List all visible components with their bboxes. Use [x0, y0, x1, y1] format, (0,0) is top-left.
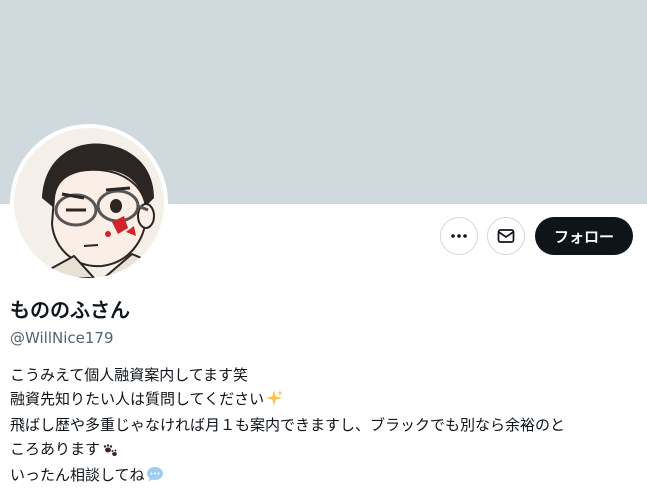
paw-prints-icon: [101, 439, 119, 465]
bio-line: ころあります: [10, 438, 640, 465]
speech-bubble-icon: [146, 465, 164, 491]
message-button[interactable]: [486, 217, 525, 255]
bio-line: いったん相談してね: [10, 464, 640, 491]
bio-text: こうみえて個人融資案内してます笑: [10, 366, 249, 384]
user-handle: @WillNice179: [10, 329, 114, 347]
avatar-illustration: [14, 128, 164, 278]
more-button[interactable]: [439, 217, 478, 255]
bio-line: こうみえて個人融資案内してます笑: [10, 364, 640, 388]
avatar[interactable]: [10, 124, 168, 282]
envelope-icon: [497, 229, 515, 243]
more-horizontal-icon: [451, 234, 467, 238]
bio-text: ころあります: [10, 439, 101, 458]
bio-text: いったん相談してね: [10, 466, 145, 484]
sparkles-icon: [265, 389, 284, 415]
bio-line: 飛ばし歴や多重じゃなければ月１も案内できますし、ブラックでも別なら余裕のと: [10, 414, 640, 438]
bio-text: 融資先知りたい人は質問してください: [10, 389, 265, 408]
follow-button[interactable]: フォロー: [534, 217, 633, 255]
profile-actions: フォロー: [439, 217, 633, 255]
bio-text: 飛ばし歴や多重じゃなければ月１も案内できますし、ブラックでも別なら余裕のと: [10, 416, 566, 434]
display-name: もののふさん: [10, 298, 130, 322]
bio-line: 融資先知りたい人は質問してください: [10, 388, 640, 415]
profile-bio: こうみえて個人融資案内してます笑 融資先知りたい人は質問してください 飛ばし歴や…: [10, 364, 640, 491]
